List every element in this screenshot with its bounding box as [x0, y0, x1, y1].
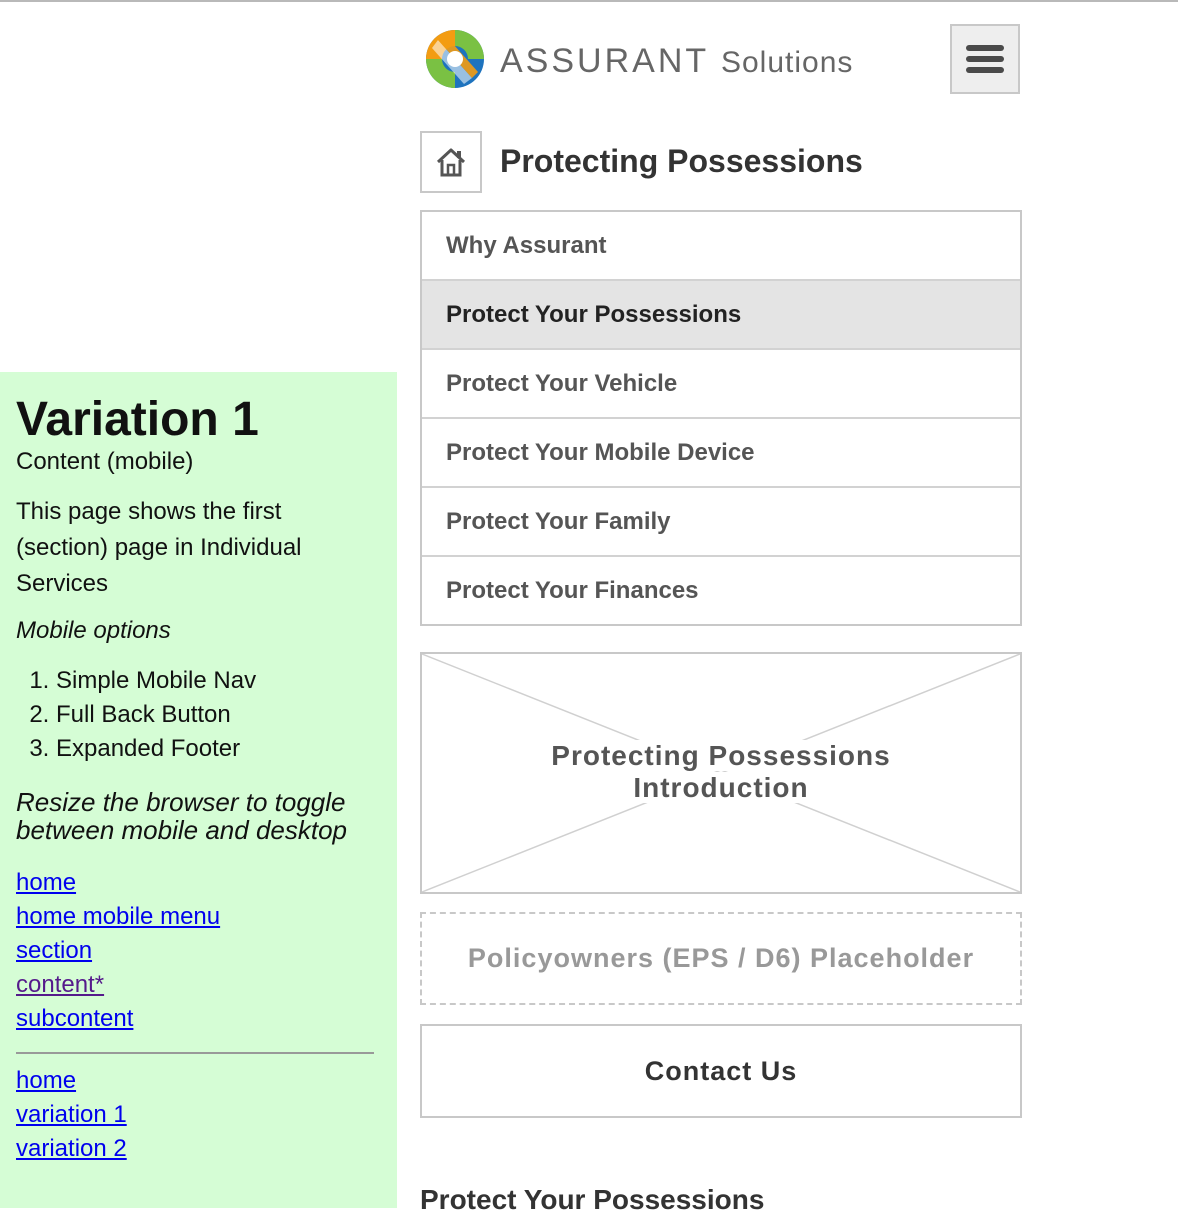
link-section[interactable]: section — [16, 934, 92, 968]
mobile-menu-button[interactable] — [950, 24, 1020, 94]
assurant-logo[interactable]: ASSURANT Solutions — [424, 28, 864, 90]
intro-placeholder-line1: Protecting Possessions — [545, 740, 897, 771]
link-variation-2[interactable]: variation 2 — [16, 1132, 127, 1166]
mobile-option-item: Full Back Button — [56, 698, 381, 732]
variation-title: Variation 1 — [16, 393, 259, 446]
intro-placeholder-text: Protecting Possessions Introduction — [422, 740, 1020, 804]
mobile-options-heading: Mobile options — [16, 617, 171, 644]
intro-image-placeholder: Protecting Possessions Introduction — [420, 652, 1022, 894]
link-subcontent[interactable]: subcontent — [16, 1002, 133, 1036]
window-top-border — [0, 0, 1178, 2]
nav-item-protect-mobile-device[interactable]: Protect Your Mobile Device — [422, 419, 1020, 488]
variation-subtitle: Content (mobile) — [16, 448, 194, 475]
mobile-option-item: Expanded Footer — [56, 732, 381, 766]
home-icon — [436, 148, 466, 177]
link-home[interactable]: home — [16, 866, 76, 900]
logo-sub: Solutions — [720, 46, 854, 79]
nav-item-protect-possessions[interactable]: Protect Your Possessions — [422, 281, 1020, 350]
link-variation-1[interactable]: variation 1 — [16, 1098, 127, 1132]
page-links: home home mobile menu section content* s… — [16, 866, 381, 1166]
hamburger-icon — [966, 40, 1004, 78]
home-button[interactable] — [420, 131, 482, 193]
mobile-options-list: Simple Mobile Nav Full Back Button Expan… — [16, 664, 381, 766]
policyowners-placeholder: Policyowners (EPS / D6) Placeholder — [420, 912, 1022, 1005]
page-title: Protecting Possessions — [500, 143, 863, 179]
mobile-option-item: Simple Mobile Nav — [56, 664, 381, 698]
section-nav: Why Assurant Protect Your Possessions Pr… — [420, 210, 1022, 626]
assurant-logo-icon — [426, 30, 484, 88]
resize-note: Resize the browser to toggle between mob… — [16, 787, 348, 845]
link-home-secondary[interactable]: home — [16, 1064, 76, 1098]
nav-item-protect-vehicle[interactable]: Protect Your Vehicle — [422, 350, 1020, 419]
logo-wordmark: ASSURANT Solutions — [500, 42, 853, 81]
nav-item-protect-family[interactable]: Protect Your Family — [422, 488, 1020, 557]
links-divider — [16, 1052, 374, 1054]
link-content[interactable]: content* — [16, 968, 104, 1002]
nav-item-protect-finances[interactable]: Protect Your Finances — [422, 557, 1020, 626]
nav-item-why-assurant[interactable]: Why Assurant — [422, 212, 1020, 281]
intro-placeholder-line2: Introduction — [627, 772, 815, 803]
variation-description: This page shows the first (section) page… — [16, 498, 302, 597]
section-heading: Protect Your Possessions — [420, 1184, 765, 1215]
logo-word: ASSURANT — [500, 42, 709, 80]
annotation-panel: Variation 1 Content (mobile) This page s… — [0, 372, 397, 1208]
link-home-mobile-menu[interactable]: home mobile menu — [16, 900, 220, 934]
contact-us-button[interactable]: Contact Us — [420, 1024, 1022, 1118]
